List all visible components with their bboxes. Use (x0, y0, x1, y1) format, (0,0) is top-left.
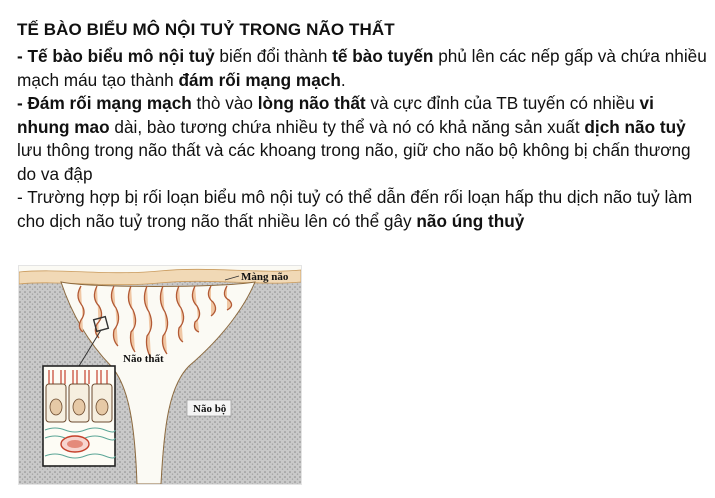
paragraph-2: - Đám rối mạng mạch thò vào lòng não thấ… (17, 92, 707, 186)
text-run: . (340, 69, 346, 90)
text-run: thò vào (191, 93, 258, 113)
page: TẾ BÀO BIỂU MÔ NỘI TUỶ TRONG NÃO THẤT - … (0, 0, 715, 498)
text-run: - Trường hợp bị rối loạn biểu mô nội tuỷ… (17, 187, 693, 231)
magnified-inset (42, 365, 116, 467)
paragraph-3: - Trường hợp bị rối loạn biểu mô nội tuỷ… (17, 186, 707, 233)
bold-text-run: - Đám rối mạng mạch (17, 93, 192, 113)
page-title: TẾ BÀO BIỂU MÔ NỘI TUỶ TRONG NÃO THẤT (17, 20, 395, 39)
text-run: biến đổi thành (214, 46, 333, 66)
bold-text-run: não úng thuỷ (416, 210, 525, 231)
text-run: dài, bào tương chứa nhiều ty thể và nó c… (109, 116, 585, 137)
text-run: và cực đỉnh của TB tuyến có nhiều (365, 93, 640, 113)
bold-text-run: đám rối mạng mạch (178, 69, 341, 90)
diagram-svg: Màng não Não thất Não bộ (19, 268, 301, 484)
text-block: TẾ BÀO BIỂU MÔ NỘI TUỶ TRONG NÃO THẤT - … (17, 20, 707, 233)
label-meninges: Màng não (241, 271, 289, 283)
text-run: lưu thông trong não thất và các khoang t… (17, 140, 691, 184)
bold-text-run: tế bào tuyến (332, 46, 434, 66)
bold-text-run: - Tế bào biểu mô nội tuỷ (17, 46, 215, 66)
paragraph-list: - Tế bào biểu mô nội tuỷ biến đổi thành … (17, 45, 707, 233)
label-brain: Não bộ (193, 403, 227, 415)
label-ventricle: Não thất (123, 353, 164, 365)
bold-text-run: dịch não tuỷ (584, 116, 686, 137)
ventricle-diagram: Màng não Não thất Não bộ (18, 265, 302, 485)
bold-text-run: lòng não thất (257, 93, 366, 113)
paragraph-1: - Tế bào biểu mô nội tuỷ biến đổi thành … (17, 45, 707, 92)
